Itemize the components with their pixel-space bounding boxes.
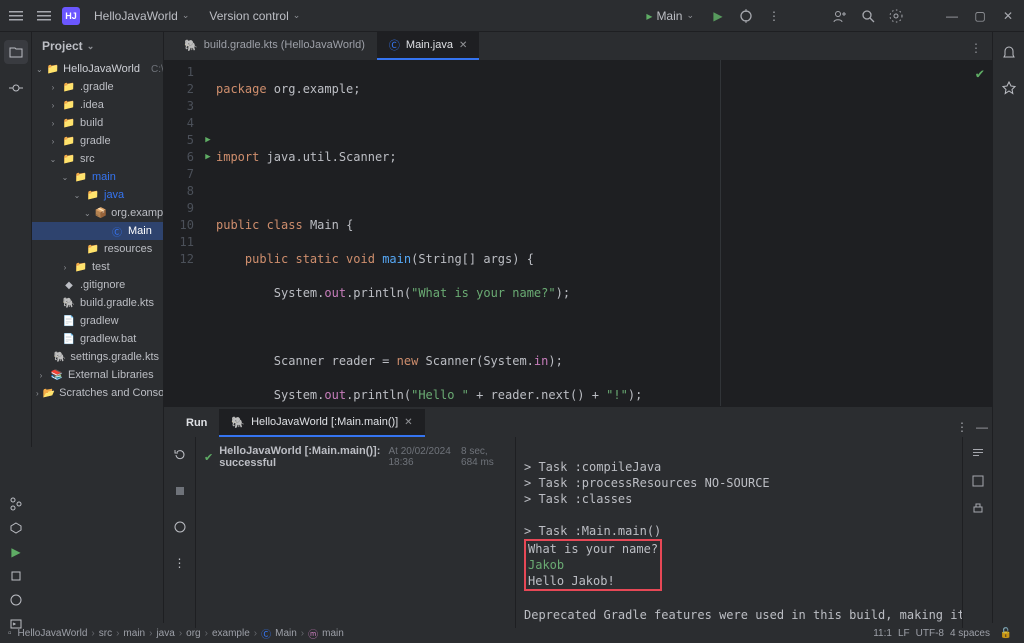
line-number-gutter: 123456789101112 [164, 60, 200, 406]
tree-gradle[interactable]: ›📁.gradle [32, 78, 163, 96]
tab-main-java[interactable]: Ⓒ Main.java ✕ [377, 32, 479, 60]
gradle-icon: 🐘 [231, 416, 245, 429]
tree-extlib[interactable]: ›📚External Libraries [32, 366, 163, 384]
build-icon[interactable] [4, 569, 28, 583]
notifications-icon[interactable] [997, 40, 1021, 64]
run-button[interactable]: ▶ [708, 6, 728, 26]
run-config-name: Main [656, 9, 682, 23]
run-status-text: HelloJavaWorld [:Main.main()]: successfu… [219, 445, 382, 469]
tree-main-class[interactable]: ⒸMain [32, 222, 163, 240]
code-with-me-icon[interactable] [830, 6, 850, 26]
vcs-label: Version control [209, 9, 288, 23]
tree-resources[interactable]: 📁resources [32, 240, 163, 258]
gutter-icons: ▶ ▶ [200, 60, 216, 406]
run-toolwindow-icon[interactable]: ▶ [4, 545, 28, 559]
soft-wrap-icon[interactable] [968, 443, 988, 463]
more-icon[interactable]: ⋮ [168, 551, 192, 575]
tree-gradlewbat[interactable]: 📄gradlew.bat [32, 330, 163, 348]
problems-icon[interactable] [4, 593, 28, 607]
project-name: HelloJavaWorld [94, 9, 178, 23]
run-status-time: At 20/02/2024 18:36 [388, 446, 455, 468]
maximize-icon[interactable]: ▢ [970, 6, 990, 26]
tree-src[interactable]: ⌄📁src [32, 150, 163, 168]
success-icon: ✔ [204, 451, 213, 464]
run-status-dur: 8 sec, 684 ms [461, 446, 507, 468]
indent[interactable]: 4 spaces [950, 628, 990, 639]
project-view-title: Project [42, 39, 83, 53]
rerun-icon[interactable] [168, 443, 192, 467]
run-config-icon: ▸ [646, 9, 652, 23]
chevron-down-icon: ⌄ [686, 10, 694, 21]
tree-root[interactable]: ⌄📁HelloJavaWorld C:\JavaProjects [32, 60, 163, 78]
hide-panel-icon[interactable]: — [972, 417, 992, 437]
settings-icon[interactable] [886, 6, 906, 26]
gradle-icon: 🐘 [184, 39, 198, 52]
print-icon[interactable] [968, 499, 988, 519]
tree-pkg[interactable]: ⌄📦org.example [32, 204, 163, 222]
project-toolwindow-button[interactable] [4, 40, 28, 64]
tree-gitignore[interactable]: ◆.gitignore [32, 276, 163, 294]
tree-gradlew[interactable]: 📄gradlew [32, 312, 163, 330]
tree-buildkts[interactable]: 🐘build.gradle.kts [32, 294, 163, 312]
readonly-lock-icon[interactable]: 🔓 [996, 623, 1016, 643]
stop-icon[interactable] [168, 479, 192, 503]
services-icon[interactable] [4, 521, 28, 535]
tree-build[interactable]: ›📁build [32, 114, 163, 132]
run-config-dropdown[interactable]: ▸ Main ⌄ [640, 7, 700, 25]
tree-settings[interactable]: 🐘settings.gradle.kts [32, 348, 163, 366]
search-icon[interactable] [858, 6, 878, 26]
run-tab[interactable]: Run [174, 409, 219, 437]
app-menu-icon[interactable] [6, 6, 26, 26]
breadcrumb[interactable]: HelloJavaWorld› src› main› java› org› ex… [18, 626, 344, 641]
chevron-down-icon: ⌄ [293, 10, 301, 21]
class-icon: Ⓒ [389, 37, 400, 53]
run-gutter-icon[interactable]: ▶ [200, 149, 216, 166]
tree-idea[interactable]: ›📁.idea [32, 96, 163, 114]
highlighted-output: What is your name? Jakob Hello Jakob! [524, 539, 662, 591]
tree-test[interactable]: ›📁test [32, 258, 163, 276]
tree-scratch[interactable]: ›📂Scratches and Consoles [32, 384, 163, 402]
tree-main[interactable]: ⌄📁main [32, 168, 163, 186]
debug-button[interactable] [736, 6, 756, 26]
chevron-down-icon: ⌄ [87, 41, 95, 52]
project-badge: HJ [62, 7, 80, 25]
project-dropdown[interactable]: HelloJavaWorld ⌄ [88, 7, 195, 25]
chevron-down-icon: ⌄ [182, 10, 190, 21]
terminal-icon[interactable] [4, 617, 28, 631]
run-panel-more-icon[interactable]: ⋮ [952, 417, 972, 437]
cursor-position[interactable]: 11:1 [873, 628, 892, 639]
tree-gradle2[interactable]: ›📁gradle [32, 132, 163, 150]
scroll-to-end-icon[interactable] [968, 471, 988, 491]
hamburger-icon[interactable] [34, 6, 54, 26]
close-tab-icon[interactable]: ✕ [459, 40, 467, 51]
commit-toolwindow-button[interactable] [4, 76, 28, 100]
code-editor[interactable]: ✔ 123456789101112 ▶ ▶ package org.exampl… [164, 60, 992, 406]
console-output[interactable]: > Task :compileJava > Task :processResou… [516, 437, 962, 628]
ai-assistant-icon[interactable] [997, 76, 1021, 100]
more-run-icon[interactable]: ⋮ [764, 6, 784, 26]
filter-icon[interactable] [168, 515, 192, 539]
minimize-icon[interactable]: — [942, 6, 962, 26]
git-branch-icon[interactable] [4, 497, 28, 511]
close-icon[interactable]: ✕ [998, 6, 1018, 26]
tab-build-gradle[interactable]: 🐘 build.gradle.kts (HelloJavaWorld) [172, 32, 377, 60]
run-gutter-icon[interactable]: ▶ [200, 132, 216, 149]
close-tab-icon[interactable]: ✕ [404, 417, 412, 428]
run-config-tab[interactable]: 🐘 HelloJavaWorld [:Main.main()] ✕ [219, 409, 424, 437]
tabs-more-icon[interactable]: ⋮ [966, 38, 986, 58]
line-ending[interactable]: LF [898, 628, 910, 639]
vcs-dropdown[interactable]: Version control ⌄ [203, 7, 306, 25]
encoding[interactable]: UTF-8 [916, 628, 944, 639]
tree-java[interactable]: ⌄📁java [32, 186, 163, 204]
project-view-header[interactable]: Project ⌄ [32, 32, 163, 60]
